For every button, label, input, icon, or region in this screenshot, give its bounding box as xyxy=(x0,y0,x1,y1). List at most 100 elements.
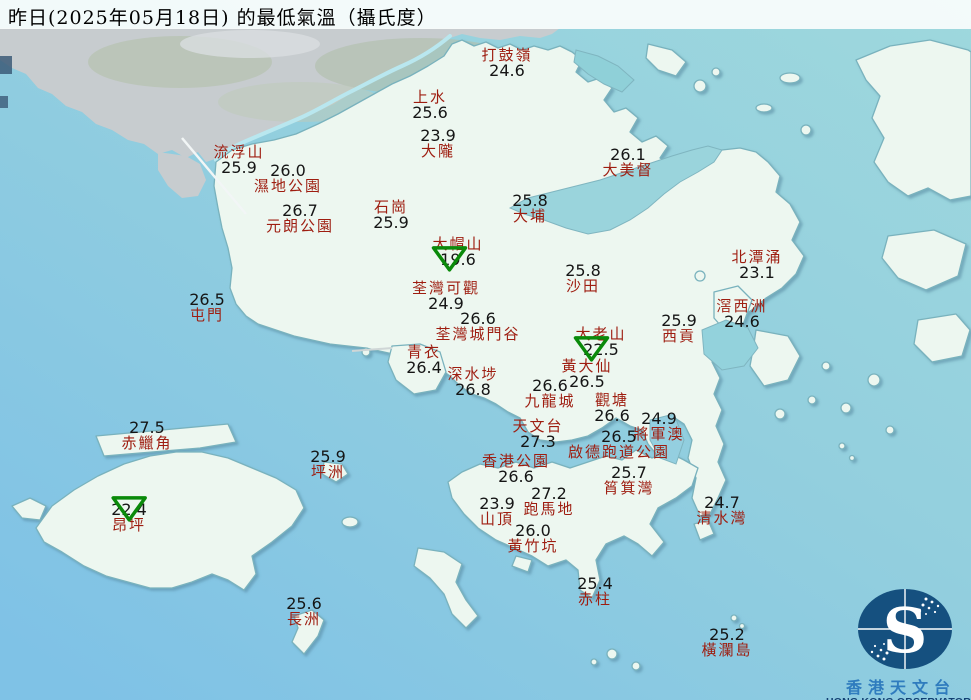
station-label: 25.7 筲箕灣 xyxy=(603,463,655,497)
hko-logo: S 香港天文台 HONG KONG OBSERVATORY xyxy=(826,583,971,700)
station-value: 24.9 xyxy=(428,294,464,313)
station-value: 24.9 xyxy=(641,409,677,428)
land-hei-ling-chau xyxy=(341,516,359,528)
station-name: 大美督 xyxy=(602,161,654,179)
station-value: 25.9 xyxy=(661,311,697,330)
station-label: 上水 25.6 xyxy=(412,89,448,122)
station-value: 25.9 xyxy=(310,447,346,466)
station-label: 27.2 跑馬地 xyxy=(523,484,575,518)
station-value: 26.5 xyxy=(189,290,225,309)
station-name: 筲箕灣 xyxy=(603,479,655,497)
station-label: 荃灣可觀 24.9 xyxy=(412,280,480,313)
hko-logo-name-en: HONG KONG OBSERVATORY xyxy=(826,696,971,700)
station-label: 25.9 西貢 xyxy=(661,311,697,345)
station-value: 23.9 xyxy=(479,494,515,513)
station-name: 赤鱲角 xyxy=(121,434,173,452)
station-label: 26.5 啟德跑道公園 xyxy=(567,427,671,461)
station-label: 25.6 長洲 xyxy=(286,594,322,628)
hko-logo-s: S xyxy=(883,594,928,667)
station-label: 大老山 22.5 xyxy=(573,326,626,362)
station-value: 27.3 xyxy=(520,432,556,451)
station-name: 黃竹坑 xyxy=(507,537,559,555)
land-po-toi xyxy=(606,648,618,660)
station-name: 荃灣城門谷 xyxy=(435,325,521,343)
station-value: 26.8 xyxy=(455,380,491,399)
station-label: 石崗 25.9 xyxy=(373,199,409,232)
station-label: 27.5 赤鱲角 xyxy=(121,418,173,452)
station-name: 橫瀾島 xyxy=(701,641,753,659)
station-label: 23.9 大隴 xyxy=(420,128,456,160)
station-label: 26.7 元朗公園 xyxy=(265,201,335,235)
station-value: 22.4 xyxy=(111,495,147,522)
port-area xyxy=(0,56,12,74)
station-value: 26.7 xyxy=(282,201,318,220)
station-label: 26.5 屯門 xyxy=(189,290,225,324)
station-name: 昂坪 xyxy=(111,516,146,534)
station-label: 26.0 黃竹坑 xyxy=(507,521,559,555)
station-label: 深水埗 26.8 xyxy=(447,366,498,399)
station-name: 西貢 xyxy=(661,327,696,345)
station-label: 26.0 濕地公園 xyxy=(253,161,323,195)
station-value: 26.6 xyxy=(498,467,534,486)
station-label: 26.1 大美督 xyxy=(602,145,654,179)
station-label: 大帽山 19.6 xyxy=(431,236,483,272)
station-value: 26.5 xyxy=(601,427,637,446)
station-name: 九龍城 xyxy=(524,392,576,410)
station-name: 大埔 xyxy=(512,207,547,225)
station-value: 26.4 xyxy=(406,358,442,377)
station-value: 22.5 xyxy=(573,335,619,362)
station-value: 27.5 xyxy=(129,418,165,437)
station-value: 26.1 xyxy=(610,145,646,164)
station-value: 25.8 xyxy=(512,191,548,210)
station-label: 滘西洲 24.6 xyxy=(716,298,767,331)
station-label: 25.9 坪洲 xyxy=(310,447,346,481)
station-value: 25.4 xyxy=(577,574,613,593)
station-label: 青衣 26.4 xyxy=(406,344,442,377)
land-ping-chau xyxy=(779,72,801,84)
station-label: 打鼓嶺 24.6 xyxy=(481,47,532,80)
station-value: 19.6 xyxy=(431,245,476,272)
station-name: 坪洲 xyxy=(310,463,345,481)
hko-min-temp-map: 昨日(2025年05月18日) 的最低氣溫（攝氏度） 打鼓嶺 24.6 上水 25.6… xyxy=(0,0,971,700)
station-label: 香港公園 26.6 xyxy=(482,453,550,486)
station-value: 26.6 xyxy=(532,376,568,395)
station-name: 沙田 xyxy=(565,277,600,295)
station-name: 長洲 xyxy=(286,610,321,628)
station-value: 25.6 xyxy=(412,103,448,122)
station-name: 元朗公園 xyxy=(265,217,335,235)
station-value: 25.9 xyxy=(221,158,257,177)
station-value: 24.6 xyxy=(724,312,760,331)
station-value: 26.0 xyxy=(270,161,306,180)
station-value: 27.2 xyxy=(531,484,567,503)
map-title: 昨日(2025年05月18日) 的最低氣溫（攝氏度） xyxy=(8,7,437,29)
station-name: 屯門 xyxy=(189,306,224,324)
station-label: 25.8 沙田 xyxy=(565,263,601,295)
station-value: 25.2 xyxy=(709,625,745,644)
station-label: 24.7 清水灣 xyxy=(696,493,748,527)
station-value: 25.7 xyxy=(611,463,647,482)
station-name: 啟德跑道公園 xyxy=(567,443,671,461)
station-value: 25.6 xyxy=(286,594,322,613)
station-label: 26.6 九龍城 xyxy=(524,376,576,410)
station-name: 清水灣 xyxy=(696,509,748,527)
station-value: 24.6 xyxy=(489,61,525,80)
station-name: 赤柱 xyxy=(577,590,612,608)
station-value: 26.6 xyxy=(594,406,630,425)
station-name: 大隴 xyxy=(420,142,455,160)
station-label: 25.8 大埔 xyxy=(512,191,548,225)
station-label: 22.4 昂坪 xyxy=(111,495,147,534)
station-value: 26.0 xyxy=(515,521,551,540)
station-label: 25.4 赤柱 xyxy=(577,574,613,608)
station-label: 25.2 橫瀾島 xyxy=(701,625,753,659)
hko-logo-emblem: S xyxy=(858,589,952,669)
station-value: 26.6 xyxy=(460,309,496,328)
station-value: 25.9 xyxy=(373,213,409,232)
hko-logo-name-zh: 香港天文台 xyxy=(845,678,956,697)
station-name: 濕地公園 xyxy=(253,177,323,195)
station-value: 24.7 xyxy=(704,493,740,512)
station-name: 跑馬地 xyxy=(523,500,575,518)
station-label: 觀塘 26.6 xyxy=(594,392,630,425)
land-waglan xyxy=(730,614,738,622)
station-value: 23.1 xyxy=(739,263,775,282)
station-label: 北潭涌 23.1 xyxy=(731,249,782,282)
